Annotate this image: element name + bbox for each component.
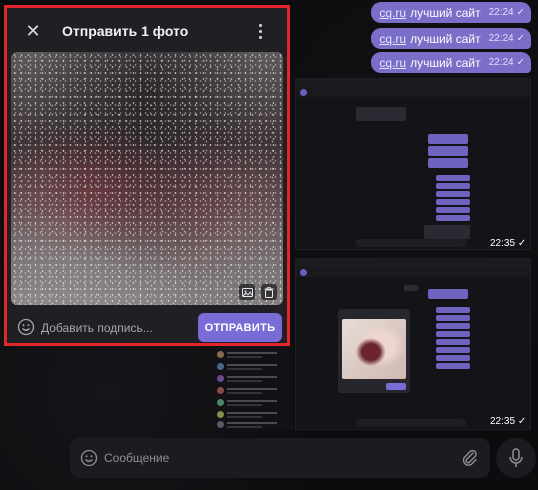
screenshot-header — [296, 87, 530, 97]
screenshot-bubble — [356, 107, 406, 121]
message-link[interactable]: cq.ru — [379, 6, 406, 20]
screenshot-header — [296, 267, 530, 277]
close-icon[interactable]: ✕ — [23, 21, 43, 41]
screenshot-bubble — [428, 289, 468, 299]
screenshot-bubble — [436, 355, 470, 361]
dialog-title: Отправить 1 фото — [62, 23, 189, 39]
screenshot-bubble — [428, 146, 468, 156]
mini-photo-dialog — [338, 309, 410, 393]
list-item — [217, 375, 287, 383]
emoji-icon[interactable] — [17, 318, 35, 336]
message-time: 22:24 — [488, 57, 514, 68]
message-time: 22:24 — [488, 33, 514, 44]
read-check-icon: ✓ — [516, 57, 525, 68]
embedded-screenshot[interactable] — [295, 78, 531, 250]
photo-spoiler-noise — [11, 52, 283, 305]
screenshot-tabs — [296, 259, 530, 267]
screenshot-bubble — [436, 191, 470, 197]
message-link[interactable]: cq.ru — [379, 32, 406, 46]
microphone-icon[interactable] — [496, 438, 536, 478]
message-text: лучший сайт — [410, 55, 481, 70]
list-item — [217, 399, 287, 407]
message-link[interactable]: cq.ru — [379, 56, 406, 70]
screenshot-bubble — [436, 323, 470, 329]
mini-send-button — [386, 383, 406, 390]
screenshot-bubble — [436, 363, 470, 369]
emoji-icon[interactable] — [80, 449, 98, 467]
screenshot-bubble — [428, 134, 468, 144]
list-item — [217, 411, 287, 419]
list-item — [217, 363, 287, 371]
dialog-header: ✕ Отправить 1 фото — [7, 8, 287, 54]
spoiler-toggle-icon[interactable] — [239, 284, 255, 300]
read-check-icon: ✓ — [516, 33, 525, 44]
more-options-icon[interactable] — [255, 21, 265, 41]
message-text: лучший сайт — [410, 5, 481, 20]
screenshot-bubble — [424, 225, 470, 239]
screenshot-bubble — [404, 285, 418, 291]
screenshot-time: 22:35 ✓ — [490, 238, 527, 249]
embedded-chat-list — [213, 345, 293, 430]
outgoing-message[interactable]: cq.ru лучший сайт 22:24 ✓ — [371, 2, 531, 23]
message-input[interactable] — [104, 448, 404, 468]
screenshot-bubble — [436, 183, 470, 189]
screenshot-bubble — [436, 315, 470, 321]
list-item — [217, 387, 287, 395]
screenshot-bubble — [436, 215, 470, 221]
message-text: лучший сайт — [410, 31, 481, 46]
list-item — [217, 421, 287, 429]
photo-preview — [11, 52, 283, 305]
screenshot-bubble — [436, 199, 470, 205]
message-composer — [70, 438, 490, 478]
screenshot-bubble — [436, 339, 470, 345]
outgoing-message[interactable]: cq.ru лучший сайт 22:24 ✓ — [371, 52, 531, 73]
list-item — [217, 351, 287, 359]
read-check-icon: ✓ — [517, 238, 527, 249]
screenshot-tabs — [296, 79, 530, 87]
embedded-screenshot[interactable] — [295, 258, 531, 430]
outgoing-message[interactable]: cq.ru лучший сайт 22:24 ✓ — [371, 28, 531, 49]
caption-input[interactable] — [41, 319, 191, 337]
avatar — [300, 269, 307, 276]
message-time: 22:24 — [488, 7, 514, 18]
send-photo-dialog: ✕ Отправить 1 фото Добавить подпись... О… — [4, 5, 290, 346]
delete-icon[interactable] — [261, 284, 277, 300]
screenshot-input — [356, 239, 466, 247]
mini-photo — [342, 319, 406, 379]
screenshot-bubble — [436, 175, 470, 181]
read-check-icon: ✓ — [517, 416, 527, 427]
screenshot-time: 22:35 ✓ — [490, 416, 527, 427]
screenshot-input — [356, 419, 466, 427]
screenshot-bubble — [436, 347, 470, 353]
screenshot-bubble — [428, 158, 468, 168]
screenshot-bubble — [436, 207, 470, 213]
read-check-icon: ✓ — [516, 7, 525, 18]
screenshot-bubble — [436, 331, 470, 337]
caption-row: ОТПРАВИТЬ — [7, 313, 287, 343]
photo-tools — [239, 284, 277, 300]
attach-icon[interactable] — [460, 448, 480, 468]
send-button[interactable]: ОТПРАВИТЬ — [198, 313, 282, 342]
screenshot-bubble — [436, 307, 470, 313]
avatar — [300, 89, 307, 96]
